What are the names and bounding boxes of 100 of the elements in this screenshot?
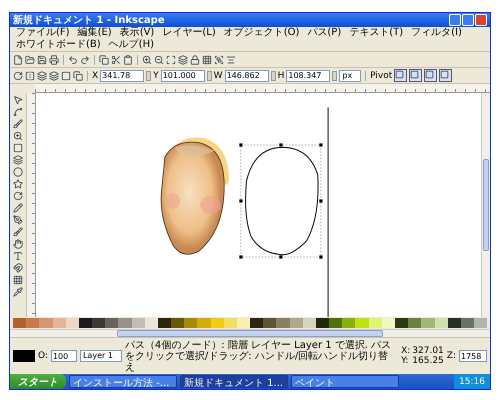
save-icon[interactable] [37,54,47,64]
snap-toggle-icon[interactable] [394,69,408,82]
color-swatch[interactable] [52,318,66,328]
color-swatch[interactable] [132,318,145,328]
flip-icon[interactable] [25,70,35,80]
pen-icon[interactable] [13,215,23,225]
coordinate-field[interactable]: 146.862 [224,70,269,82]
layers-icon[interactable] [178,54,188,64]
color-swatch[interactable] [224,318,237,328]
color-swatch[interactable] [448,318,461,328]
zoom-in-icon[interactable] [142,54,152,64]
close-icon[interactable] [475,14,487,26]
pencil-icon[interactable] [13,203,23,213]
tweak-icon[interactable] [13,119,23,129]
rectangle-icon[interactable] [13,143,23,153]
scissors-icon[interactable] [111,54,121,64]
new-file-icon[interactable] [13,54,23,64]
color-swatch[interactable] [276,318,290,328]
resize-handle[interactable] [319,143,322,147]
lock-icon[interactable] [190,54,200,64]
snap-toggle-icon[interactable] [439,69,452,82]
star-icon[interactable] [13,179,23,189]
menu-item[interactable]: レイヤー(L) [158,27,220,39]
menu-item[interactable]: 編集(E) [74,27,116,39]
color-swatch[interactable] [474,318,488,328]
menu-item[interactable]: テキスト(T) [345,27,408,39]
color-swatch[interactable] [66,318,79,328]
menu-item[interactable]: ファイル(F) [12,27,74,39]
align-icon[interactable] [226,54,236,64]
zoom-fit-icon[interactable] [166,54,176,64]
rotate-icon[interactable] [13,70,23,80]
color-swatch[interactable] [382,318,395,328]
color-swatch[interactable] [302,318,316,328]
resize-handle[interactable] [279,255,282,259]
snap-toggle-icon[interactable] [424,69,438,82]
resize-handle[interactable] [239,143,242,147]
color-swatch[interactable] [263,318,276,328]
taskbar-button[interactable]: ペイント [291,375,399,388]
group-icon[interactable] [214,54,224,64]
menu-item[interactable]: ヘルプ(H) [104,39,158,51]
horizontal-scrollbar[interactable] [10,329,490,337]
opacity-field[interactable]: 100 [50,350,77,362]
color-swatch[interactable] [197,318,211,328]
zoom-out-icon[interactable] [154,54,164,64]
coordinate-field[interactable]: 341.78 [100,70,144,82]
grid-icon[interactable] [202,54,212,64]
color-swatch[interactable] [460,318,474,328]
square-icon[interactable] [61,70,71,80]
snap-toggle-icon[interactable] [409,69,422,82]
color-swatch[interactable] [250,318,264,328]
menu-item[interactable]: パス(P) [303,27,346,39]
maximize-icon[interactable] [462,14,474,26]
resize-handle[interactable] [319,255,322,259]
ellipse-icon[interactable] [13,167,23,177]
node-icon[interactable] [13,107,23,117]
color-swatch[interactable] [421,318,434,328]
minimize-icon[interactable] [449,14,461,26]
resize-handle[interactable] [279,143,282,147]
copy-icon[interactable] [99,54,109,64]
color-swatch[interactable] [434,318,448,328]
coordinate-field[interactable]: 108.347 [286,70,330,82]
resize-handle[interactable] [239,255,242,259]
printer-icon[interactable] [49,54,59,64]
select-icon[interactable] [13,95,23,105]
menu-item[interactable]: 表示(V) [116,27,158,39]
vertical-scrollbar[interactable] [481,93,490,317]
zoom-field[interactable]: 1758 [459,350,487,362]
dropper-icon[interactable] [13,287,23,297]
unit-select[interactable]: px [339,70,362,82]
color-swatch[interactable] [39,318,53,328]
color-swatch[interactable] [105,318,118,328]
resize-handle[interactable] [239,199,242,203]
color-swatch[interactable] [144,318,158,328]
color-swatch[interactable] [92,318,106,328]
taskbar-button[interactable]: インストール方法 -... [69,375,177,388]
color-swatch[interactable] [210,318,224,328]
menu-item[interactable]: フィルタ(I) [407,27,466,39]
color-swatch[interactable] [329,318,342,328]
clipboard-icon[interactable] [123,54,133,64]
color-swatch[interactable] [158,318,172,328]
zoom-icon[interactable] [13,131,23,141]
color-swatch[interactable] [290,318,303,328]
color-swatch[interactable] [13,318,26,328]
color-swatch[interactable] [355,318,369,328]
color-swatch[interactable] [394,318,408,328]
resize-handle[interactable] [319,199,322,203]
folder-icon[interactable] [25,54,35,64]
text-icon[interactable] [13,251,23,261]
color-swatch[interactable] [78,318,92,328]
color-swatch[interactable] [236,318,250,328]
redo-icon[interactable] [80,54,90,64]
color-swatch[interactable] [408,318,422,328]
undo-icon[interactable] [68,54,78,64]
color-swatch[interactable] [316,318,330,328]
layer-select[interactable]: Layer 1 [80,350,122,362]
color-swatch[interactable] [368,318,382,328]
start-button[interactable]: スタート [10,374,66,389]
color-swatch[interactable] [184,318,198,328]
color-swatch[interactable] [118,318,132,328]
menu-item[interactable]: ホワイトボード(B) [12,39,105,51]
